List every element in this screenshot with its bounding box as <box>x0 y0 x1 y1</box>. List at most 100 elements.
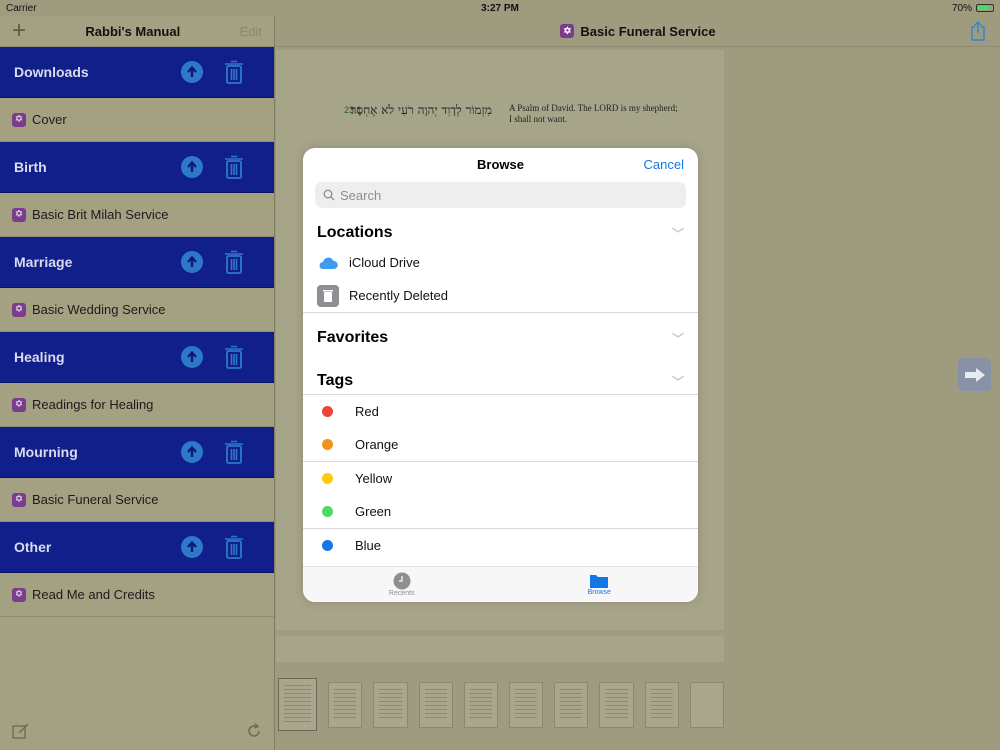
tab-bar: Recents Browse <box>303 566 698 602</box>
list-item[interactable]: ✡ Readings for Healing <box>0 383 274 427</box>
tag-label: Red <box>355 404 379 419</box>
next-page-arrow-icon[interactable] <box>958 358 991 391</box>
star-of-david-icon: ✡ <box>12 112 26 127</box>
trash-icon <box>317 284 339 307</box>
sidebar-title: Rabbi's Manual <box>85 23 181 39</box>
tab-label: Browse <box>587 589 611 596</box>
tag-color-dot-icon <box>322 439 333 450</box>
list-item[interactable]: ✡ Cover <box>0 98 274 142</box>
list-item-label: Basic Funeral Service <box>32 492 159 507</box>
tags-header[interactable]: Tags ﹀ <box>303 356 698 394</box>
star-of-david-icon: ✡ <box>12 587 26 602</box>
search-icon <box>323 189 335 201</box>
chevron-down-icon: ﹀ <box>671 375 684 389</box>
page-thumbnail[interactable] <box>418 682 453 728</box>
page-thumbnail[interactable] <box>278 678 318 731</box>
section-label: Birth <box>14 159 47 175</box>
page-thumbnail[interactable] <box>463 682 498 728</box>
upload-icon[interactable] <box>181 156 203 178</box>
page-thumbnail[interactable] <box>689 682 725 728</box>
star-of-david-icon: ✡ <box>12 302 26 317</box>
list-item-label: Basic Wedding Service <box>32 302 166 317</box>
tab-browse[interactable]: Browse <box>501 567 699 602</box>
tag-list: Red Orange Yellow Green Blue <box>303 395 698 562</box>
list-item[interactable]: ✡ Basic Wedding Service <box>0 288 274 332</box>
section-label: Downloads <box>14 64 89 80</box>
page-thumbnail[interactable] <box>328 682 363 728</box>
page-thumbnail[interactable] <box>599 682 634 728</box>
section-header[interactable]: Mourning <box>0 427 274 478</box>
tag-item[interactable]: Blue <box>303 529 698 562</box>
tag-item[interactable]: Red <box>303 395 698 428</box>
icloud-icon <box>317 252 339 274</box>
sidebar-navbar: + Rabbi's Manual Edit <box>0 16 274 47</box>
section-header[interactable]: Downloads <box>0 47 274 98</box>
tag-color-dot-icon <box>322 506 333 517</box>
trash-icon[interactable] <box>224 60 244 84</box>
location-recently-deleted[interactable]: Recently Deleted <box>303 279 698 312</box>
tag-color-dot-icon <box>322 540 333 551</box>
tag-label: Green <box>355 504 392 519</box>
trash-icon[interactable] <box>224 250 244 274</box>
compose-icon[interactable] <box>12 722 30 745</box>
modal-header: Browse Cancel <box>303 148 698 180</box>
sidebar: + Rabbi's Manual Edit Downloads ✡ Cover Bir… <box>0 16 275 750</box>
english-text: A Psalm of David. The LORD is my shepher… <box>509 103 678 124</box>
location-icloud-drive[interactable]: iCloud Drive <box>303 246 698 279</box>
page-thumbnail[interactable] <box>373 682 408 728</box>
tag-color-dot-icon <box>322 406 333 417</box>
upload-icon[interactable] <box>181 61 203 83</box>
sidebar-footer <box>0 716 275 750</box>
star-of-david-icon: ✡ <box>560 24 575 38</box>
list-item[interactable]: ✡ Basic Brit Milah Service <box>0 193 274 237</box>
section-header[interactable]: Birth <box>0 142 274 193</box>
section-label: Other <box>14 539 52 555</box>
search-input[interactable]: Search <box>315 182 686 208</box>
add-button[interactable]: + <box>12 19 26 43</box>
page-thumbnails <box>276 678 725 733</box>
folder-icon <box>590 575 609 588</box>
tag-item[interactable]: Orange <box>303 428 698 461</box>
upload-icon[interactable] <box>181 346 203 368</box>
upload-icon[interactable] <box>181 441 203 463</box>
modal-title: Browse <box>477 156 524 172</box>
page-divider <box>276 636 724 662</box>
tag-item[interactable]: Yellow <box>303 462 698 495</box>
page-thumbnail[interactable] <box>554 682 589 728</box>
refresh-icon[interactable] <box>245 722 263 745</box>
trash-icon[interactable] <box>224 440 244 464</box>
location-label: iCloud Drive <box>349 255 420 270</box>
list-item-label: Cover <box>32 112 67 127</box>
hebrew-text: מִזְמוֹר לְדָוִד יְהוָה רֹעִי לֹא אֶחְסָ… <box>350 103 492 117</box>
section-label: Mourning <box>14 444 78 460</box>
upload-icon[interactable] <box>181 251 203 273</box>
tag-item[interactable]: Green <box>303 495 698 528</box>
section-label: Healing <box>14 349 65 365</box>
tab-recents[interactable]: Recents <box>303 567 501 602</box>
locations-header[interactable]: Locations ﹀ <box>303 208 698 246</box>
trash-icon[interactable] <box>224 535 244 559</box>
chevron-down-icon: ﹀ <box>671 227 684 241</box>
edit-button[interactable]: Edit <box>240 24 262 39</box>
tab-label: Recents <box>388 590 415 597</box>
trash-icon[interactable] <box>224 155 244 179</box>
trash-icon[interactable] <box>224 345 244 369</box>
list-item[interactable]: ✡ Basic Funeral Service <box>0 478 274 522</box>
status-bar: Carrier 3:27 PM 70% <box>0 0 1000 16</box>
star-of-david-icon: ✡ <box>12 397 26 412</box>
section-header[interactable]: Other <box>0 522 274 573</box>
share-icon[interactable] <box>970 21 986 46</box>
favorites-header[interactable]: Favorites ﹀ <box>303 313 698 351</box>
section-header[interactable]: Marriage <box>0 237 274 288</box>
page-thumbnail[interactable] <box>644 682 679 728</box>
tag-color-dot-icon <box>322 473 333 484</box>
upload-icon[interactable] <box>181 536 203 558</box>
list-item[interactable]: ✡ Read Me and Credits <box>0 573 274 617</box>
section-list: Downloads ✡ Cover Birth ✡ Basic Brit Milah Se… <box>0 47 274 617</box>
tag-label: Orange <box>355 437 399 452</box>
page-thumbnail[interactable] <box>508 682 544 728</box>
section-header[interactable]: Healing <box>0 332 274 383</box>
search-placeholder: Search <box>340 187 382 203</box>
cancel-button[interactable]: Cancel <box>644 157 684 172</box>
battery-icon <box>976 4 994 12</box>
